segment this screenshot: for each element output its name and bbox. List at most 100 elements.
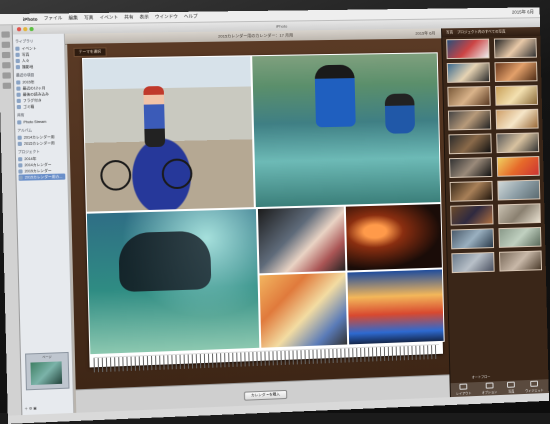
photo-thumbnail[interactable] [450, 205, 493, 226]
layout-icon [460, 384, 468, 390]
tool-icon[interactable] [2, 62, 11, 68]
photo-campfire-night[interactable] [345, 203, 443, 272]
photo-thumbnail[interactable] [450, 181, 493, 202]
tab-all-project-photos[interactable]: プロジェクト内のすべての写真 [457, 29, 506, 35]
photo-thumbnail-grid [446, 38, 544, 381]
photo-kids-snorkeling[interactable] [251, 52, 441, 208]
photo-thumbnail[interactable] [451, 252, 494, 273]
options-button[interactable]: オプション [481, 382, 497, 394]
sidebar-footer-controls[interactable]: ＋ ⚙ ▣ [24, 406, 36, 412]
zoom-window-icon[interactable] [29, 27, 33, 31]
calendar-icon [19, 176, 23, 180]
photo-subject [143, 86, 165, 147]
photo-thumbnail[interactable] [495, 85, 538, 106]
photo-thumbnail[interactable] [496, 109, 539, 130]
screen: iPhoto ファイル 編集 写真 イベント 共有 表示 ウインドウ ヘルプ 2… [0, 7, 549, 424]
photo-thumbnail[interactable] [498, 203, 541, 224]
photo-boy-on-bike[interactable] [82, 55, 255, 212]
autoflow-button[interactable]: オートフロー [472, 374, 491, 380]
sidebar-heading: プロジェクト [18, 149, 65, 155]
photo-thumbnail[interactable] [449, 157, 492, 178]
bike-wheel [100, 160, 132, 191]
photo-thumbnail[interactable] [451, 228, 494, 249]
sidebar-item-places[interactable]: 撮影地 [16, 63, 63, 70]
calendar-editor: 2015カレンダー用のカレンダー：17 月用 2015年 6月 テーマを選択 カ… [65, 28, 450, 412]
photo-thumbnail[interactable] [497, 156, 540, 177]
window-controls [17, 27, 34, 31]
photo-thumbnail[interactable] [446, 39, 489, 59]
tool-icon[interactable] [1, 31, 10, 37]
flag-icon [17, 99, 21, 103]
leather-background: テーマを選択 [67, 38, 449, 390]
calendar-icon [16, 80, 20, 84]
photos-button[interactable]: 写真 [507, 382, 515, 394]
app-menu[interactable]: iPhoto [23, 16, 38, 21]
sidebar-item-album-2015[interactable]: 2015カレンダー用 [18, 140, 65, 147]
menu-events[interactable]: イベント [99, 15, 118, 21]
album-icon [18, 142, 22, 146]
project-title: 2015カレンダー用のカレンダー：17 月用 [218, 33, 293, 40]
sidebar-item-trash[interactable]: ゴミ箱 [17, 103, 64, 110]
sidebar-item-selected-calendar[interactable]: 2015カレンダー用カ... [18, 173, 65, 180]
tool-icon[interactable] [2, 72, 11, 78]
tab-photos[interactable]: 写真 [446, 30, 453, 35]
photo-underwater-diver[interactable] [86, 208, 261, 355]
photos-icon [15, 53, 19, 57]
photo-thumbnail[interactable] [494, 38, 537, 58]
book-icon [18, 157, 22, 161]
menu-photo[interactable]: 写真 [84, 15, 93, 21]
cloud-icon [17, 120, 21, 124]
page-thumbnail-label: ページ [26, 354, 68, 360]
photo-thumbnail[interactable] [496, 132, 539, 153]
menu-file[interactable]: ファイル [44, 15, 63, 21]
menu-window[interactable]: ウインドウ [155, 14, 178, 20]
widgets-button[interactable]: ウィジェット [525, 380, 544, 393]
minimize-window-icon[interactable] [23, 27, 27, 31]
tool-icon[interactable] [2, 83, 11, 89]
photos-icon [507, 382, 515, 388]
page-thumbnail[interactable]: ページ [25, 352, 69, 390]
widgets-icon [530, 381, 538, 387]
photo-subject [385, 93, 415, 133]
sidebar-item-photo-stream[interactable]: Photo Stream [17, 118, 64, 125]
source-list-sidebar: ライブラリ イベント 写真 人々 撮影地 最近の項目 2015年 最近の12ヶ月… [13, 34, 74, 415]
sidebar-heading: ライブラリ [15, 39, 62, 45]
photo-pirate-attraction[interactable] [346, 268, 444, 345]
photo-thumbnail[interactable] [497, 180, 540, 201]
photo-subject [118, 231, 211, 293]
photo-child-in-car[interactable] [257, 206, 347, 275]
menu-help[interactable]: ヘルプ [184, 14, 198, 20]
calendar-icon [18, 163, 22, 167]
theme-button[interactable]: テーマを選択 [73, 47, 106, 57]
page-thumbnail-image [30, 361, 62, 385]
window-title: iPhoto [276, 24, 287, 29]
calendar-icon [16, 87, 20, 91]
calendar-page [82, 52, 443, 367]
photo-thumbnail[interactable] [448, 133, 491, 154]
photo-thumbnail[interactable] [499, 251, 542, 272]
sidebar-heading: アルバム [17, 128, 64, 134]
faces-icon [16, 59, 20, 63]
bike-wheel [161, 158, 192, 189]
photo-thumbnail[interactable] [498, 227, 541, 248]
photo-character-cards[interactable] [259, 272, 349, 349]
events-icon [15, 47, 19, 51]
menu-share[interactable]: 共有 [124, 14, 133, 20]
photo-browser-panel: 写真 プロジェクト内のすべての写真 オートフロー レイアウト オプション 写真 … [441, 27, 549, 397]
options-icon [485, 382, 493, 388]
layout-button[interactable]: レイアウト [456, 383, 472, 396]
close-window-icon[interactable] [17, 27, 21, 31]
calendar-date: 2015年 6月 [415, 30, 435, 36]
tool-icon[interactable] [1, 52, 10, 58]
calendar-icon [18, 169, 22, 173]
trash-icon [17, 105, 21, 109]
menu-view[interactable]: 表示 [139, 14, 148, 20]
buy-calendar-button[interactable]: カレンダーを購入 [244, 390, 287, 401]
sidebar-heading: 共有 [17, 112, 64, 118]
photo-thumbnail[interactable] [447, 86, 490, 107]
tool-icon[interactable] [1, 42, 10, 48]
photo-thumbnail[interactable] [447, 62, 490, 83]
menu-edit[interactable]: 編集 [69, 15, 78, 21]
photo-thumbnail[interactable] [494, 62, 537, 82]
photo-thumbnail[interactable] [448, 110, 491, 131]
